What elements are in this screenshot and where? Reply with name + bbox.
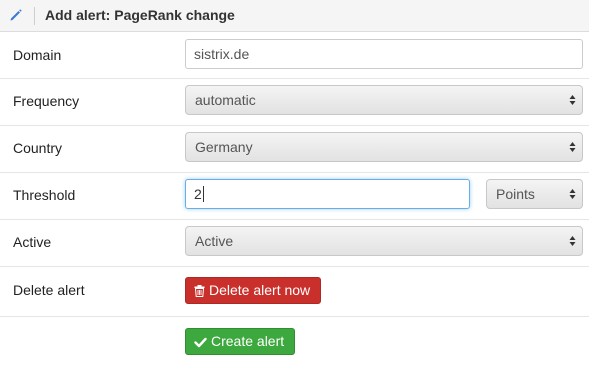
delete-alert-button[interactable]: Delete alert now	[185, 277, 322, 304]
threshold-unit-selected: Points	[496, 186, 535, 202]
select-arrows-icon	[569, 236, 576, 246]
country-selected: Germany	[195, 139, 253, 155]
frequency-row: Frequency automatic	[0, 79, 589, 126]
domain-row: Domain sistrix.de	[0, 32, 589, 79]
check-icon	[194, 337, 207, 348]
threshold-input[interactable]: 2	[185, 179, 470, 209]
select-arrows-icon	[569, 142, 576, 152]
select-arrows-icon	[569, 95, 576, 105]
active-label: Active	[13, 234, 52, 250]
active-selected: Active	[195, 233, 234, 249]
frequency-selected: automatic	[195, 92, 256, 108]
active-row: Active Active	[0, 220, 589, 267]
page-title: Add alert: PageRank change	[45, 7, 235, 23]
threshold-row: Threshold 2 Points	[0, 173, 589, 220]
header-separator	[34, 7, 35, 25]
delete-row: Delete alert Delete alert now	[0, 267, 589, 317]
trash-icon	[194, 285, 205, 297]
select-arrows-icon	[569, 189, 576, 199]
country-row: Country Germany	[0, 126, 589, 173]
domain-input[interactable]: sistrix.de	[185, 39, 583, 69]
threshold-unit-select[interactable]: Points	[486, 179, 583, 209]
create-alert-button-label: Create alert	[211, 333, 285, 349]
threshold-value: 2	[194, 186, 202, 202]
domain-label: Domain	[13, 47, 62, 63]
create-alert-button[interactable]: Create alert	[185, 328, 296, 355]
frequency-select[interactable]: automatic	[185, 85, 583, 115]
delete-alert-button-label: Delete alert now	[209, 282, 311, 298]
delete-label: Delete alert	[13, 282, 85, 298]
country-select[interactable]: Germany	[185, 132, 583, 162]
text-caret	[202, 186, 204, 202]
pencil-icon	[10, 9, 22, 21]
panel-header: Add alert: PageRank change	[0, 0, 589, 32]
domain-value: sistrix.de	[194, 46, 250, 62]
country-label: Country	[13, 140, 63, 156]
threshold-label: Threshold	[13, 187, 76, 203]
frequency-label: Frequency	[13, 93, 80, 109]
active-select[interactable]: Active	[185, 226, 583, 256]
